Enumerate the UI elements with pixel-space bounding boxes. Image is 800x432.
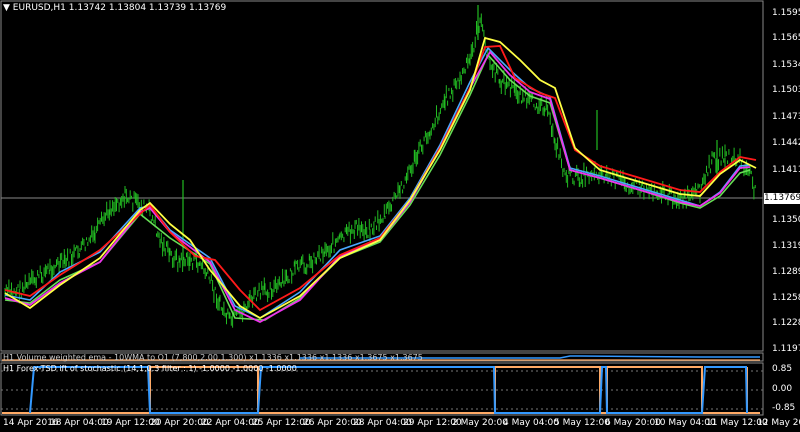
time-axis-label: 22 Apr 04:00: [201, 418, 260, 428]
osc-axis-zero: 0.00: [772, 384, 793, 394]
red-ma-line: [4, 45, 757, 312]
price-axis-label: 1.15344: [772, 60, 800, 70]
price-axis-label: 1.12589: [772, 293, 800, 303]
price-axis-label: 1.14734: [772, 112, 800, 122]
price-axis-label: 1.13199: [772, 241, 800, 251]
yellow-ma-line: [4, 36, 757, 320]
oscillator-panel-header: H1 Forex-TSD ift of stochastic (14,1,0.3…: [3, 364, 297, 373]
chart-header-text: EURUSD,H1 1.13742 1.13804 1.13739 1.1376…: [12, 3, 227, 13]
price-axis-label: 1.13509: [772, 215, 800, 225]
symbol-dropdown-arrow[interactable]: ▼: [3, 3, 10, 13]
time-axis-label: 2 May 20:00: [452, 418, 508, 428]
time-axis-label: 20 Apr 20:00: [150, 418, 209, 428]
current-price-label: 1.13769: [764, 193, 800, 204]
time-axis-label: 18 Apr 04:00: [50, 418, 109, 428]
price-axis-label: 1.15959: [772, 8, 800, 18]
blue-ma-line: [4, 46, 751, 319]
price-axis-label: 1.14119: [772, 165, 800, 175]
time-axis-label: 6 May 20:00: [605, 418, 661, 428]
price-axis-label: 1.15039: [772, 85, 800, 95]
osc-axis-high: 0.85: [772, 364, 793, 374]
price-axis-label: 1.11974: [772, 344, 800, 354]
chart-header: ▼ EURUSD,H1 1.13742 1.13804 1.13739 1.13…: [3, 3, 226, 13]
price-bars: [4, 5, 756, 328]
time-axis-label: 4 May 04:00: [503, 418, 559, 428]
time-axis-label: 12 May 20:00: [757, 418, 800, 428]
volume-panel-header: H1 Volume weighted ema - 10WMA to O1 (7,…: [3, 353, 423, 362]
price-axis-label: 1.12894: [772, 267, 800, 277]
price-axis-label: 1.14424: [772, 138, 800, 148]
main-panel-frame: [0, 0, 764, 352]
osc-axis-low: -0.85: [772, 403, 796, 413]
price-axis-label: 1.12284: [772, 318, 800, 328]
price-axis-label: 1.15654: [772, 33, 800, 43]
time-axis-label: 25 Apr 12:00: [252, 418, 311, 428]
time-axis-label: 5 May 12:00: [554, 418, 610, 428]
